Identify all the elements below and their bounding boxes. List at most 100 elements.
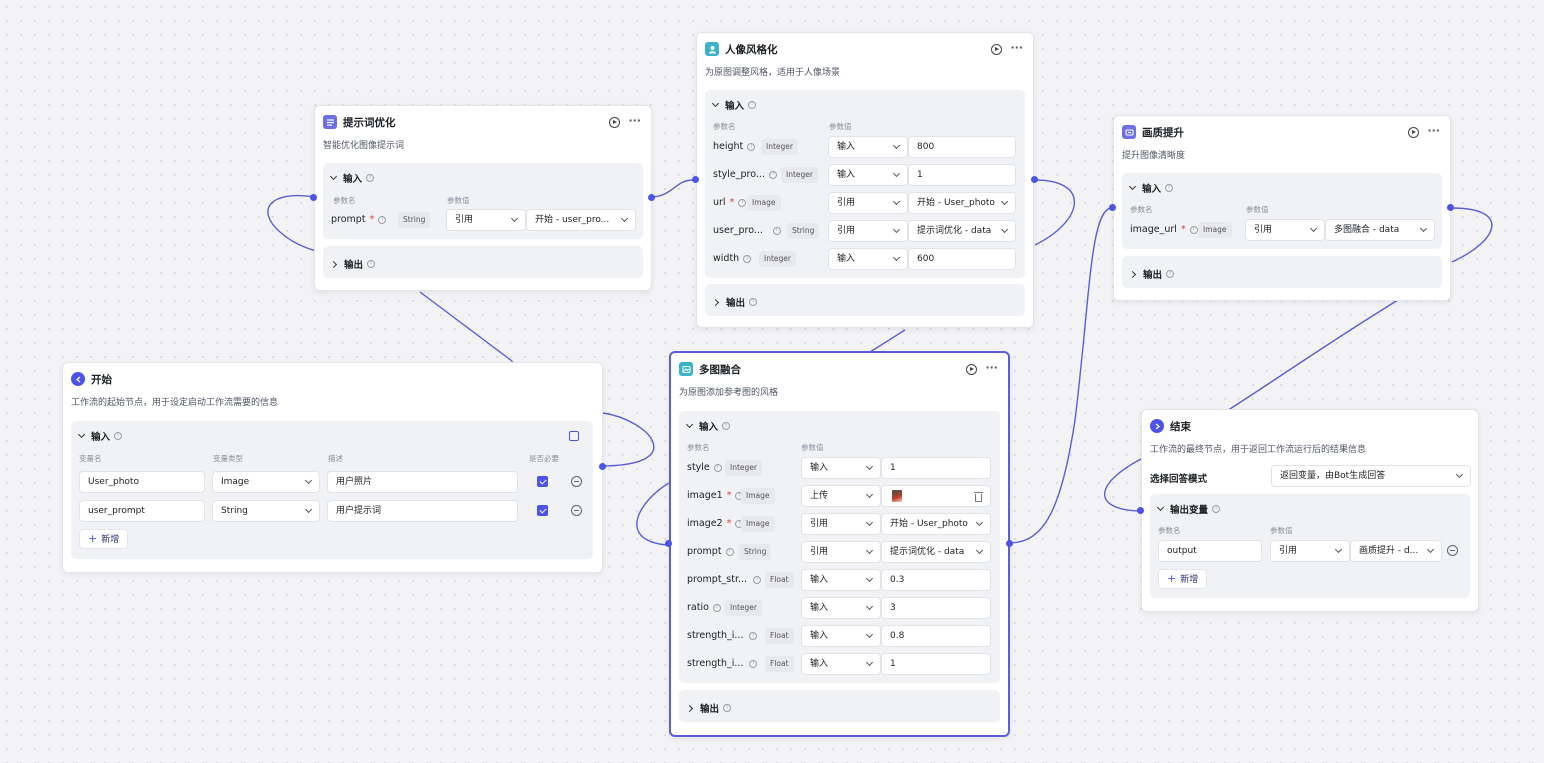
remove-icon[interactable]	[571, 505, 582, 516]
input-header[interactable]: 输入 i	[77, 429, 123, 443]
value-input[interactable]: 0.3	[881, 569, 991, 591]
run-icon[interactable]	[609, 116, 621, 128]
input-header[interactable]: 输入 i	[711, 98, 757, 112]
required-checkbox[interactable]	[537, 505, 548, 516]
run-icon[interactable]	[1408, 126, 1420, 138]
remove-icon[interactable]	[571, 476, 582, 487]
more-icon[interactable]: ···	[628, 115, 641, 127]
mode-select[interactable]: 输入	[828, 248, 908, 270]
output-var-header[interactable]: 输出变量 i	[1156, 502, 1221, 516]
var-desc-input[interactable]: 用户照片	[327, 471, 518, 493]
mode-select[interactable]: 引用	[446, 209, 526, 231]
value-input[interactable]: 600	[908, 248, 1016, 270]
value-input[interactable]: 3	[881, 597, 991, 619]
output-section[interactable]: 输出 i	[323, 246, 643, 278]
mode-select[interactable]: 引用	[1270, 540, 1350, 562]
input-port[interactable]	[692, 176, 699, 183]
value-select[interactable]: 提示词优化 - data	[881, 541, 991, 563]
var-name-input[interactable]: output	[1158, 540, 1262, 562]
input-section: 输入 i 参数名 参数值 height i Integer 输入 800 style…	[705, 90, 1025, 278]
param-row: user_pro... i String 引用 提示词优化 - data	[705, 220, 1025, 242]
output-section[interactable]: 输出 i	[1122, 256, 1442, 288]
required-checkbox[interactable]	[537, 476, 548, 487]
remove-icon[interactable]	[1447, 545, 1458, 556]
mode-select[interactable]: 输入	[828, 136, 908, 158]
mode-select[interactable]: 引用	[801, 541, 881, 563]
type-tag: Image	[747, 195, 781, 211]
output-port[interactable]	[599, 463, 606, 470]
value-select[interactable]: 多图融合 - data	[1325, 219, 1435, 241]
run-icon[interactable]	[991, 43, 1003, 55]
node-portrait-stylize[interactable]: 人像风格化 ··· 为原图调整风格，适用于人像场景 输入 i 参数名 参数值 he…	[696, 32, 1034, 328]
col-name-header: 参数名	[1158, 526, 1181, 535]
mode-select[interactable]: 上传	[801, 485, 881, 507]
more-icon[interactable]: ···	[1010, 42, 1023, 54]
value-input[interactable]: 800	[908, 136, 1016, 158]
col-header: 是否必要	[529, 454, 559, 463]
info-icon: i	[114, 432, 123, 440]
delete-icon[interactable]	[974, 492, 983, 502]
more-icon[interactable]: ···	[1427, 125, 1440, 137]
param-row: prompt * i String 引用 开始 - user_pro...	[323, 209, 643, 231]
mode-select[interactable]: 引用	[1245, 219, 1325, 241]
input-port[interactable]	[665, 540, 672, 547]
value-input[interactable]: 1	[881, 653, 991, 675]
image-upload-field[interactable]	[881, 485, 991, 507]
mode-select[interactable]: 输入	[801, 597, 881, 619]
info-icon: i	[1166, 270, 1175, 278]
param-row: height i Integer 输入 800	[705, 136, 1025, 158]
mode-select[interactable]: 引用	[828, 192, 908, 214]
col-value-header: 参数值	[447, 196, 470, 205]
input-port[interactable]	[1137, 507, 1144, 514]
var-name-input[interactable]: User_photo	[79, 471, 205, 493]
value-select[interactable]: 开始 - user_pro...	[526, 209, 636, 231]
value-input[interactable]: 0.8	[881, 625, 991, 647]
input-header[interactable]: 输入 i	[1128, 181, 1174, 195]
mode-select[interactable]: 输入	[801, 653, 881, 675]
value-select[interactable]: 画质提升 - d...	[1350, 540, 1442, 562]
value-input[interactable]: 1	[908, 164, 1016, 186]
node-quality-enhance[interactable]: 画质提升 ··· 提升图像清晰度 输入 i 参数名 参数值 image_url * i…	[1113, 115, 1451, 301]
output-port[interactable]	[1006, 540, 1013, 547]
var-desc-input[interactable]: 用户提示词	[327, 500, 518, 522]
node-prompt-optimize[interactable]: 提示词优化 ··· 智能优化图像提示词 输入 i 参数名 参数值 prompt * i…	[314, 105, 652, 291]
import-icon[interactable]	[569, 431, 579, 441]
node-description: 工作流的起始节点，用于设定启动工作流需要的信息	[71, 398, 279, 408]
input-header[interactable]: 输入 i	[685, 419, 731, 433]
mode-select[interactable]: 输入	[801, 569, 881, 591]
add-output-button[interactable]: + 新增	[1158, 569, 1208, 589]
output-port[interactable]	[1031, 176, 1038, 183]
var-type-select[interactable]: Image	[212, 471, 320, 493]
type-tag: String	[739, 544, 772, 560]
input-port[interactable]	[310, 194, 317, 201]
mode-select[interactable]: 输入	[828, 164, 908, 186]
answer-mode-select[interactable]: 返回变量，由Bot生成回答	[1271, 465, 1471, 487]
input-header[interactable]: 输入 i	[329, 171, 375, 185]
mode-select[interactable]: 引用	[801, 513, 881, 535]
node-end[interactable]: 结束 工作流的最终节点，用于返回工作流运行后的结果信息 选择回答模式 返回变量，…	[1141, 409, 1479, 612]
output-port[interactable]	[648, 194, 655, 201]
mode-select[interactable]: 输入	[801, 457, 881, 479]
node-start[interactable]: 开始 工作流的起始节点，用于设定启动工作流需要的信息 输入 i 变量名 变量类型 …	[62, 362, 603, 573]
col-header: 变量类型	[213, 454, 243, 463]
input-port[interactable]	[1109, 204, 1116, 211]
output-section[interactable]: 输出 i	[679, 690, 1000, 722]
output-section[interactable]: 输出 i	[705, 284, 1025, 316]
var-name-input[interactable]: user_prompt	[79, 500, 205, 522]
value-input[interactable]: 1	[881, 457, 991, 479]
mode-select[interactable]: 引用	[828, 220, 908, 242]
image-quality-icon	[1122, 125, 1136, 139]
var-type-select[interactable]: String	[212, 500, 320, 522]
col-name-header: 参数名	[713, 122, 736, 131]
add-variable-button[interactable]: + 新增	[79, 529, 129, 549]
value-select[interactable]: 开始 - User_photo	[881, 513, 991, 535]
output-port[interactable]	[1447, 204, 1454, 211]
mode-select[interactable]: 输入	[801, 625, 881, 647]
node-description: 提升图像清晰度	[1122, 151, 1186, 161]
value-select[interactable]: 提示词优化 - data	[908, 220, 1016, 242]
run-icon[interactable]	[966, 363, 978, 375]
node-title: 结束	[1170, 420, 1191, 433]
node-multi-image-fusion[interactable]: 多图融合 ··· 为原图添加参考图的风格 输入 i 参数名 参数值 style i …	[669, 351, 1010, 737]
value-select[interactable]: 开始 - User_photo	[908, 192, 1016, 214]
more-icon[interactable]: ···	[985, 362, 998, 374]
